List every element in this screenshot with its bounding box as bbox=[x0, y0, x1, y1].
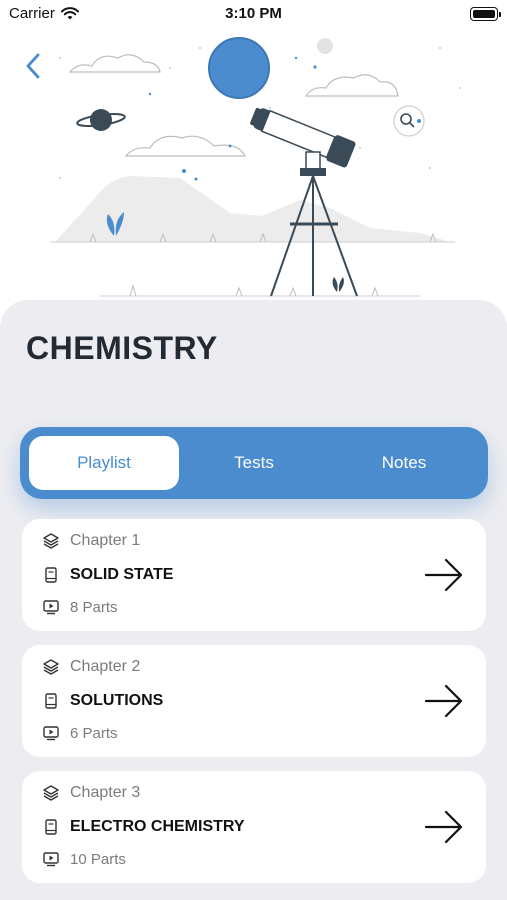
parts-count: 6 Parts bbox=[70, 724, 118, 742]
video-icon bbox=[43, 600, 59, 615]
telescope-illustration bbox=[50, 37, 461, 297]
chapter-title: SOLID STATE bbox=[70, 566, 174, 583]
parts-row: 10 Parts bbox=[42, 850, 126, 868]
battery-icon bbox=[470, 7, 501, 21]
arrow-right-icon[interactable] bbox=[424, 809, 464, 845]
video-icon bbox=[43, 852, 59, 867]
layers-icon bbox=[43, 533, 59, 549]
tab-tests[interactable]: Tests bbox=[179, 436, 329, 490]
layers-icon bbox=[43, 659, 59, 675]
parts-row: 6 Parts bbox=[42, 724, 118, 742]
video-icon bbox=[43, 726, 59, 741]
tab-notes[interactable]: Notes bbox=[329, 436, 479, 490]
arrow-right-icon[interactable] bbox=[424, 683, 464, 719]
segmented-tabs: Playlist Tests Notes bbox=[20, 427, 488, 499]
page-title: CHEMISTRY bbox=[26, 330, 218, 366]
parts-count: 10 Parts bbox=[70, 850, 126, 868]
arrow-right-icon[interactable] bbox=[424, 557, 464, 593]
tab-playlist[interactable]: Playlist bbox=[29, 436, 179, 490]
chapter-row: Chapter 2 bbox=[42, 658, 140, 676]
book-icon bbox=[45, 819, 57, 835]
status-bar: Carrier 3:10 PM bbox=[0, 0, 507, 30]
status-time: 3:10 PM bbox=[225, 5, 282, 22]
chapter-card[interactable]: Chapter 2 SOLUTIONS 6 Parts bbox=[22, 645, 486, 757]
chapter-title: ELECTRO CHEMISTRY bbox=[70, 818, 245, 835]
title-row: SOLID STATE bbox=[42, 566, 173, 584]
title-row: SOLUTIONS bbox=[42, 692, 163, 710]
back-button[interactable] bbox=[18, 50, 50, 82]
book-icon bbox=[45, 567, 57, 583]
chapter-card[interactable]: Chapter 1 SOLID STATE 8 Parts bbox=[22, 519, 486, 631]
chapter-card[interactable]: Chapter 3 ELECTRO CHEMISTRY 10 Parts bbox=[22, 771, 486, 883]
chapter-label: Chapter 1 bbox=[70, 532, 141, 549]
title-row: ELECTRO CHEMISTRY bbox=[42, 818, 245, 836]
chapter-label: Chapter 2 bbox=[70, 658, 141, 675]
chapter-label: Chapter 3 bbox=[70, 784, 141, 801]
chapter-row: Chapter 1 bbox=[42, 532, 140, 550]
chapter-row: Chapter 3 bbox=[42, 784, 140, 802]
parts-row: 8 Parts bbox=[42, 598, 118, 616]
chapter-title: SOLUTIONS bbox=[70, 692, 164, 709]
book-icon bbox=[45, 693, 57, 709]
layers-icon bbox=[43, 785, 59, 801]
chevron-left-icon bbox=[26, 53, 40, 79]
parts-count: 8 Parts bbox=[70, 598, 118, 616]
